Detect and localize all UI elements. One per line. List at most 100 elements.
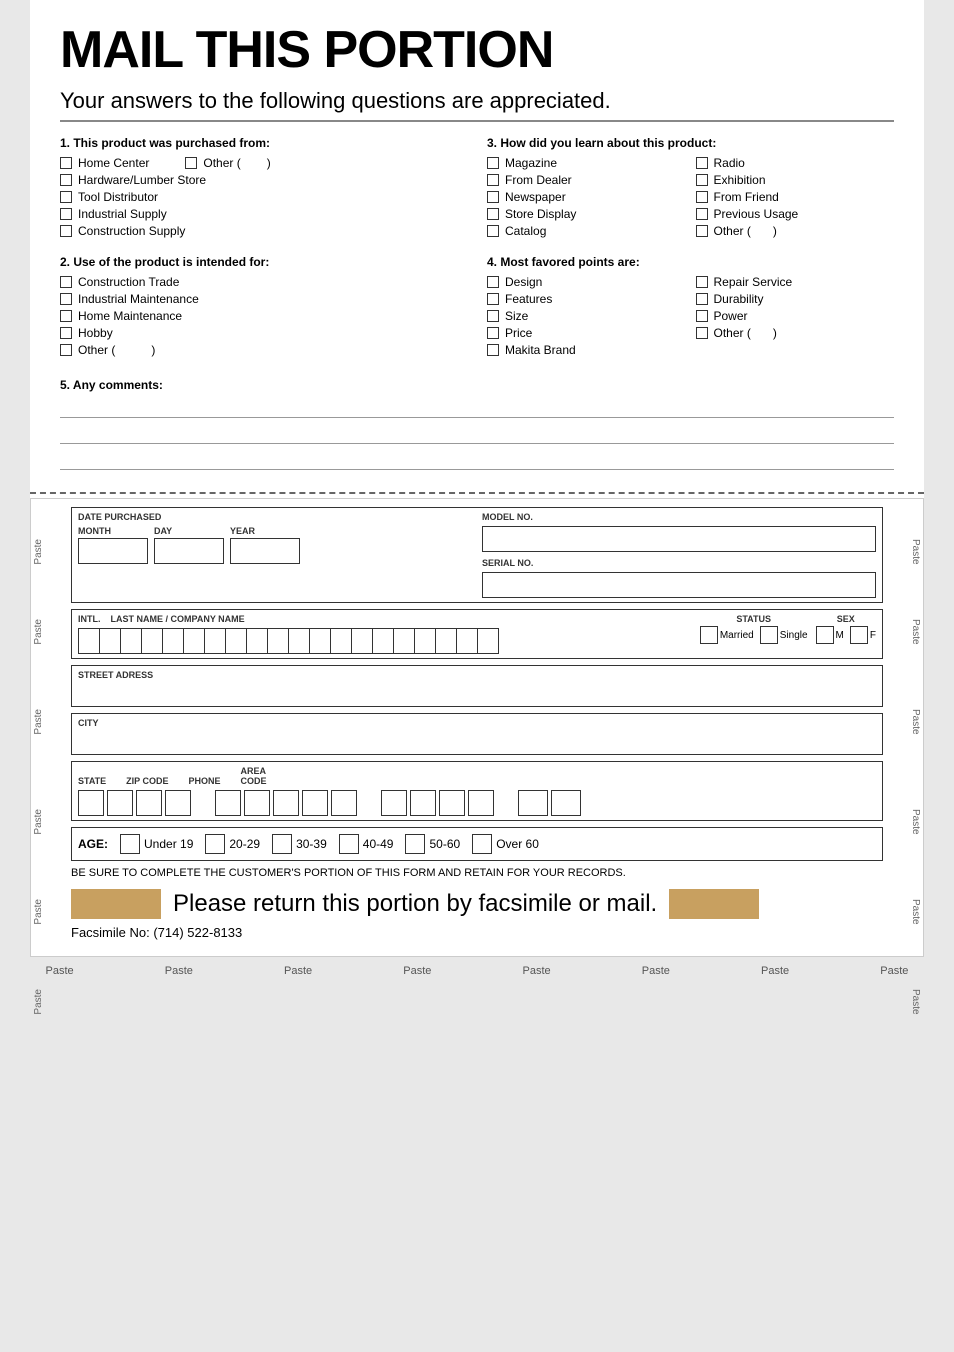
state-cell[interactable] — [107, 790, 133, 816]
checkbox-industrial[interactable] — [60, 208, 72, 220]
name-cell[interactable] — [330, 628, 352, 654]
checkbox-40-49[interactable] — [339, 834, 359, 854]
checkbox-magazine[interactable] — [487, 157, 499, 169]
name-cell[interactable] — [456, 628, 478, 654]
checkbox-over60[interactable] — [472, 834, 492, 854]
zip-cell[interactable] — [215, 790, 241, 816]
checkbox-f[interactable] — [850, 626, 868, 644]
checkbox-newspaper[interactable] — [487, 191, 499, 203]
zip-cell[interactable] — [302, 790, 328, 816]
model-input[interactable] — [482, 526, 876, 552]
q3-previous: Previous Usage — [696, 207, 895, 221]
checkbox-durability[interactable] — [696, 293, 708, 305]
area-cell[interactable] — [551, 790, 581, 816]
day-input[interactable] — [154, 538, 224, 564]
q1-option-5: Construction Supply — [60, 224, 467, 238]
q2-hobby: Hobby — [60, 326, 467, 340]
checkbox-single[interactable] — [760, 626, 778, 644]
phone-group: PHONE — [189, 776, 221, 786]
checkbox-m[interactable] — [816, 626, 834, 644]
name-cell[interactable] — [414, 628, 436, 654]
name-cell[interactable] — [435, 628, 457, 654]
name-cell[interactable] — [78, 628, 100, 654]
name-cell[interactable] — [309, 628, 331, 654]
paste-left-6: Paste — [33, 989, 44, 1015]
return-bar-right — [669, 889, 759, 919]
footer-paste-5: Paste — [523, 965, 551, 977]
checkbox-design[interactable] — [487, 276, 499, 288]
name-cell[interactable] — [477, 628, 499, 654]
zip-cell[interactable] — [331, 790, 357, 816]
checkbox-30-39[interactable] — [272, 834, 292, 854]
phone-cell[interactable] — [381, 790, 407, 816]
date-fields: MONTH DAY YEAR — [78, 526, 472, 564]
name-cell[interactable] — [225, 628, 247, 654]
name-cell[interactable] — [120, 628, 142, 654]
name-cell[interactable] — [141, 628, 163, 654]
name-cell[interactable] — [351, 628, 373, 654]
checkbox-construction[interactable] — [60, 225, 72, 237]
phone-cell[interactable] — [468, 790, 494, 816]
street-input[interactable] — [78, 680, 876, 702]
checkbox-features[interactable] — [487, 293, 499, 305]
name-cell[interactable] — [267, 628, 289, 654]
age-20-29: 20-29 — [205, 834, 260, 854]
checkbox-power[interactable] — [696, 310, 708, 322]
name-cell[interactable] — [288, 628, 310, 654]
sex-options: M F — [816, 626, 876, 644]
checkbox-under19[interactable] — [120, 834, 140, 854]
status-section: STATUS Married Single — [700, 614, 808, 644]
checkbox-catalog[interactable] — [487, 225, 499, 237]
state-cell[interactable] — [136, 790, 162, 816]
checkbox-q4-other[interactable] — [696, 327, 708, 339]
checkbox-dealer[interactable] — [487, 174, 499, 186]
comment-line-2[interactable] — [60, 422, 894, 444]
checkbox-const-trade[interactable] — [60, 276, 72, 288]
checkbox-20-29[interactable] — [205, 834, 225, 854]
checkbox-hobby[interactable] — [60, 327, 72, 339]
checkbox-50-60[interactable] — [405, 834, 425, 854]
name-cell[interactable] — [372, 628, 394, 654]
month-input[interactable] — [78, 538, 148, 564]
state-cell[interactable] — [78, 790, 104, 816]
year-input[interactable] — [230, 538, 300, 564]
checkbox-radio[interactable] — [696, 157, 708, 169]
phone-cell[interactable] — [439, 790, 465, 816]
checkbox-makita[interactable] — [487, 344, 499, 356]
checkbox-price[interactable] — [487, 327, 499, 339]
name-cell[interactable] — [204, 628, 226, 654]
checkbox-previous[interactable] — [696, 208, 708, 220]
model-label: MODEL NO. — [482, 512, 876, 522]
checkbox-size[interactable] — [487, 310, 499, 322]
checkbox-repair[interactable] — [696, 276, 708, 288]
q2-home: Home Maintenance — [60, 309, 467, 323]
checkbox-married[interactable] — [700, 626, 718, 644]
footer-paste-row: Paste Paste Paste Paste Paste Paste Past… — [0, 957, 954, 985]
name-cell[interactable] — [246, 628, 268, 654]
state-cell[interactable] — [165, 790, 191, 816]
checkbox-home-maint[interactable] — [60, 310, 72, 322]
zip-cell[interactable] — [244, 790, 270, 816]
checkbox-q3-other[interactable] — [696, 225, 708, 237]
comment-line-3[interactable] — [60, 448, 894, 470]
comment-line-1[interactable] — [60, 396, 894, 418]
checkbox-q2-other[interactable] — [60, 344, 72, 356]
name-cell[interactable] — [183, 628, 205, 654]
checkbox-store[interactable] — [487, 208, 499, 220]
city-input[interactable] — [78, 728, 876, 750]
serial-input[interactable] — [482, 572, 876, 598]
checkbox-ind-maint[interactable] — [60, 293, 72, 305]
checkbox-tool-dist[interactable] — [60, 191, 72, 203]
zip-cell[interactable] — [273, 790, 299, 816]
q3-title: 3. How did you learn about this product: — [487, 136, 894, 150]
checkbox-friend[interactable] — [696, 191, 708, 203]
checkbox-exhibition[interactable] — [696, 174, 708, 186]
phone-cell[interactable] — [410, 790, 436, 816]
name-cell[interactable] — [99, 628, 121, 654]
checkbox-hardware[interactable] — [60, 174, 72, 186]
name-cell[interactable] — [393, 628, 415, 654]
checkbox-home-center[interactable] — [60, 157, 72, 169]
checkbox-other-q1[interactable] — [185, 157, 197, 169]
name-cell[interactable] — [162, 628, 184, 654]
area-cell[interactable] — [518, 790, 548, 816]
